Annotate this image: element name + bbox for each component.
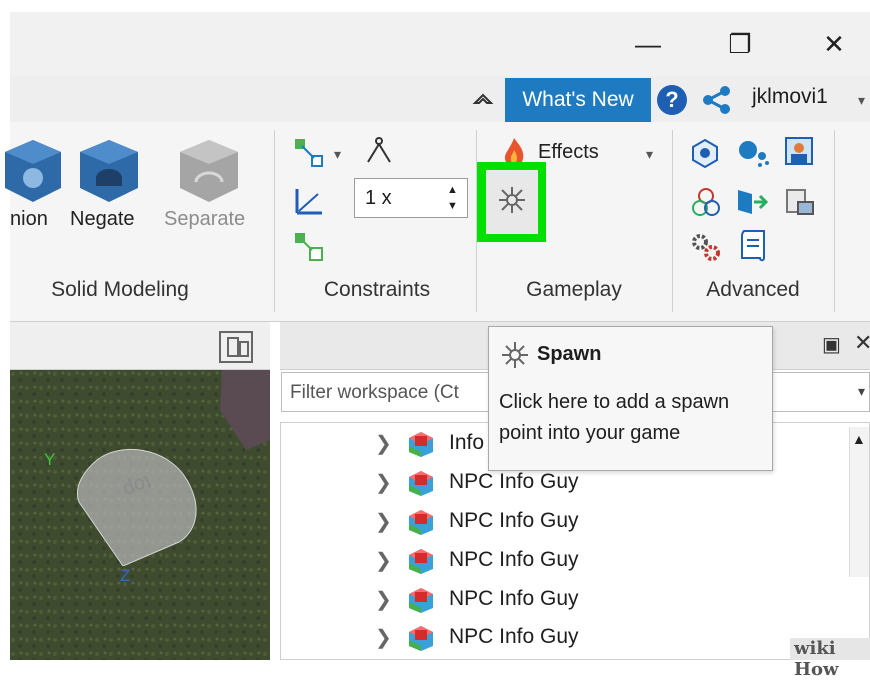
chevron-right-icon[interactable]: ❯: [375, 470, 405, 495]
script-icon[interactable]: [738, 228, 768, 264]
tooltip-title: Spawn: [537, 343, 602, 365]
constraints-group-label: Constraints: [323, 278, 431, 301]
scale-increment-value: 1 x: [365, 187, 392, 209]
close-panel-icon[interactable]: ✕: [854, 330, 870, 356]
separate-icon[interactable]: [178, 138, 240, 204]
list-item-label: NPC Info Guy: [449, 470, 579, 493]
chevron-down-icon[interactable]: ▾: [334, 146, 341, 163]
y-axis-label: Y: [44, 450, 56, 469]
menu-row: [10, 76, 870, 122]
teleport-icon[interactable]: [690, 186, 722, 218]
scroll-up-icon[interactable]: ▲: [852, 431, 866, 447]
chevron-down-icon[interactable]: ▾: [858, 383, 865, 400]
chevron-right-icon[interactable]: ❯: [375, 625, 405, 650]
spawn-location-part[interactable]: top: [75, 438, 207, 567]
list-item[interactable]: ❯ NPC Info Guy: [375, 582, 579, 616]
union-button[interactable]: nion: [10, 208, 48, 231]
weld-constraint-icon[interactable]: [294, 138, 324, 168]
help-icon[interactable]: ?: [656, 84, 688, 116]
publish-icon[interactable]: [784, 186, 816, 218]
list-item[interactable]: ❯ NPC Info Guy: [375, 620, 579, 654]
list-item-label: NPC Info Guy: [449, 509, 579, 532]
filter-placeholder: Filter workspace (Ct: [290, 382, 459, 403]
svg-text:?: ?: [665, 87, 678, 112]
gameplay-group-label: Gameplay: [526, 278, 622, 301]
separate-button[interactable]: Separate: [164, 208, 245, 231]
spawn-tooltip: Spawn Click here to add a spawn point in…: [488, 326, 773, 471]
constraint-details-icon[interactable]: [294, 232, 324, 262]
restore-button[interactable]: ❐: [710, 12, 770, 76]
settings-icon[interactable]: [690, 232, 722, 262]
align-icon[interactable]: [294, 186, 324, 216]
join-surfaces-icon[interactable]: [364, 136, 394, 168]
scrollbar[interactable]: ▲: [849, 427, 869, 577]
solid-modeling-group-label: Solid Modeling: [51, 278, 189, 301]
username-menu[interactable]: jklmovi1: [752, 85, 828, 109]
model-icon: [405, 428, 437, 458]
divider: [274, 130, 275, 312]
package-icon[interactable]: [690, 138, 720, 169]
list-item-label: NPC Info Guy: [449, 625, 579, 648]
chevron-right-icon[interactable]: ❯: [375, 587, 405, 612]
tooltip-line-2: point into your game: [499, 422, 681, 444]
union-icon[interactable]: [5, 138, 67, 204]
advanced-group-label: Advanced: [706, 278, 800, 301]
divider: [672, 130, 673, 312]
model-icon: [405, 545, 437, 575]
chevron-down-icon[interactable]: ▾: [646, 146, 653, 163]
undock-icon[interactable]: ▣: [822, 332, 841, 357]
list-item-label: NPC Info Guy: [449, 548, 579, 571]
list-item[interactable]: ❯ NPC Info Guy: [375, 543, 579, 577]
minimize-button[interactable]: —: [618, 12, 678, 76]
close-button[interactable]: ✕: [804, 12, 864, 76]
chevron-right-icon[interactable]: ❯: [375, 431, 405, 456]
model-icon: [405, 622, 437, 652]
effects-button[interactable]: Effects: [538, 141, 599, 164]
z-axis-label: Z: [120, 566, 131, 585]
viewport-toolbar: [10, 322, 270, 370]
whats-new-button[interactable]: What's New: [505, 78, 651, 122]
share-icon[interactable]: [700, 84, 732, 116]
negate-icon[interactable]: [78, 138, 140, 204]
list-item-label: Info: [449, 431, 485, 454]
chevron-right-icon[interactable]: ❯: [375, 548, 405, 573]
stepper-arrows-icon[interactable]: ▲ ▼: [447, 182, 458, 214]
chevron-right-icon[interactable]: ❯: [375, 509, 405, 534]
watermark: wiki How: [790, 638, 870, 680]
3d-viewport[interactable]: top Y Z: [10, 370, 270, 660]
tooltip-line-1: Click here to add a spawn: [499, 391, 730, 413]
spawn-icon: [499, 339, 531, 371]
model-icon: [405, 506, 437, 536]
list-item-label: NPC Info Guy: [449, 587, 579, 610]
scale-increment-field[interactable]: 1 x ▲ ▼: [354, 178, 468, 218]
device-emulator-icon[interactable]: [216, 330, 256, 364]
chevron-down-icon[interactable]: ▾: [858, 92, 865, 109]
avatar-icon[interactable]: [784, 136, 814, 168]
model-icon: [405, 467, 437, 497]
title-bar: — ❐ ✕: [10, 12, 870, 76]
negate-button[interactable]: Negate: [70, 208, 135, 231]
material-icon[interactable]: [736, 138, 770, 168]
list-item[interactable]: ❯ NPC Info Guy: [375, 504, 579, 538]
import-model-icon[interactable]: [736, 186, 770, 218]
list-item[interactable]: ❯ Info: [375, 426, 484, 460]
collapse-ribbon-icon[interactable]: [470, 86, 496, 112]
divider: [834, 130, 835, 312]
model-icon: [405, 584, 437, 614]
spawn-button[interactable]: [486, 170, 538, 234]
